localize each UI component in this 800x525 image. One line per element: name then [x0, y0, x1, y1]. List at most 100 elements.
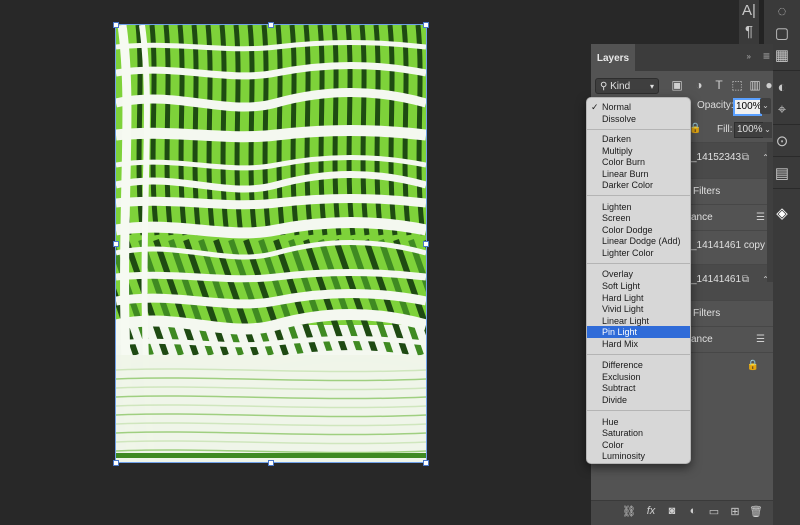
kind-filter-label: Kind — [610, 81, 631, 92]
blend-mode-lighter-color[interactable]: Lighter Color — [587, 247, 690, 259]
chevron-down-icon: ▾ — [649, 82, 654, 91]
filter-options-icon[interactable]: ☰ — [756, 205, 765, 231]
menu-item-label: Color Burn — [602, 157, 646, 167]
menu-divider — [587, 410, 690, 411]
document-canvas[interactable] — [113, 22, 429, 466]
blend-mode-dissolve[interactable]: Dissolve — [587, 113, 690, 125]
blend-mode-divide[interactable]: Divide — [587, 394, 690, 406]
link-layers-icon[interactable]: ⛓ — [621, 505, 637, 518]
search-icon: ⚲ — [600, 81, 608, 92]
blend-mode-soft-light[interactable]: Soft Light — [587, 280, 690, 292]
fx-icon[interactable]: fx — [643, 505, 659, 517]
blend-mode-difference[interactable]: Difference — [587, 359, 690, 371]
layer-name: Filters — [693, 308, 721, 319]
menu-item-label: Lighter Color — [602, 248, 654, 258]
layer-name: _14141461 copy — [691, 240, 765, 251]
menu-item-label: Hard Light — [602, 293, 644, 303]
paragraph-panel-icon[interactable]: ¶ — [739, 24, 759, 40]
menu-item-label: Multiply — [602, 146, 633, 156]
menu-item-label: Linear Light — [602, 316, 650, 326]
blend-mode-dropdown[interactable]: ✓ Normal Dissolve Darken Multiply Color … — [586, 97, 691, 464]
fill-label: Fill: — [717, 124, 733, 135]
layer-name: ance — [691, 334, 713, 345]
artwork-image — [116, 25, 426, 462]
layer-name: Filters — [693, 186, 721, 197]
kind-filter-select[interactable]: ⚲ Kind ▾ — [595, 78, 659, 94]
blend-mode-saturation[interactable]: Saturation — [587, 427, 690, 439]
blend-mode-darken[interactable]: Darken — [587, 133, 690, 145]
opacity-input[interactable]: 100% — [733, 98, 762, 116]
add-mask-icon[interactable]: ◙ — [664, 505, 680, 517]
filter-options-icon[interactable]: ☰ — [756, 327, 765, 353]
character-panel-icon[interactable]: A| — [739, 3, 759, 19]
libraries-icon[interactable]: ▢ — [764, 26, 800, 42]
menu-item-label: Vivid Light — [602, 304, 644, 314]
menu-item-label: Soft Light — [602, 281, 641, 291]
smart-object-icon: ⧉ — [741, 274, 749, 285]
transform-handle-bottom-right[interactable] — [423, 460, 429, 466]
filter-adjustment-icon[interactable]: ◑ — [691, 78, 707, 92]
lightbulb-icon[interactable]: ◌ — [764, 4, 800, 20]
transform-handle-bottom-left[interactable] — [113, 460, 119, 466]
fill-chevron-icon[interactable]: ⌄ — [763, 122, 772, 138]
menu-divider — [587, 129, 690, 130]
transform-handle-bottom[interactable] — [268, 460, 274, 466]
new-adjustment-icon[interactable]: ◐ — [685, 505, 701, 517]
filter-toggle-icon[interactable]: ● — [761, 78, 777, 92]
blend-mode-hard-mix[interactable]: Hard Mix — [587, 338, 690, 350]
menu-item-label: Overlay — [602, 269, 634, 279]
menu-item-label: Saturation — [602, 428, 644, 438]
filter-shape-icon[interactable]: ⬚ — [729, 78, 745, 92]
menu-item-label: Linear Dodge (Add) — [602, 236, 681, 246]
panel-header: Layers » ≡ — [591, 44, 773, 71]
fill-input[interactable]: 100% — [734, 122, 764, 138]
menu-item-label: Color Dodge — [602, 225, 653, 235]
transform-handle-right[interactable] — [423, 241, 429, 247]
blend-mode-darker-color[interactable]: Darker Color — [587, 179, 690, 191]
menu-item-label: Divide — [602, 395, 628, 405]
menu-item-label: Difference — [602, 360, 643, 370]
menu-item-label: Lighten — [602, 202, 632, 212]
blend-mode-overlay[interactable]: Overlay — [587, 268, 690, 280]
lock-icon: 🔒 — [746, 360, 759, 371]
blend-mode-subtract[interactable]: Subtract — [587, 382, 690, 394]
menu-item-label: Linear Burn — [602, 169, 649, 179]
menu-item-label: Pin Light — [602, 327, 638, 337]
filter-type-icon[interactable]: T — [711, 78, 727, 92]
transform-handle-top-right[interactable] — [423, 22, 429, 28]
transform-handle-top[interactable] — [268, 22, 274, 28]
menu-item-label: Hard Mix — [602, 339, 639, 349]
menu-divider — [587, 354, 690, 355]
menu-divider — [587, 263, 690, 264]
blend-mode-screen[interactable]: Screen — [587, 212, 690, 224]
menu-item-label: Hue — [602, 417, 619, 427]
smart-object-icon: ⧉ — [741, 152, 749, 163]
blend-mode-linear-dodge[interactable]: Linear Dodge (Add) — [587, 235, 690, 247]
menu-item-label: Subtract — [602, 383, 636, 393]
blend-mode-luminosity[interactable]: Luminosity — [587, 450, 690, 462]
menu-divider — [587, 195, 690, 196]
menu-item-label: Color — [602, 440, 624, 450]
layer-name: ance — [691, 212, 713, 223]
panel-menu-icon[interactable]: ≡ — [763, 49, 770, 63]
transform-handle-left[interactable] — [113, 241, 119, 247]
tab-layers[interactable]: Layers — [591, 44, 635, 71]
blend-mode-color-burn[interactable]: Color Burn — [587, 156, 690, 168]
filter-pixel-icon[interactable]: ▣ — [669, 78, 685, 92]
panel-scrollbar[interactable] — [767, 142, 773, 282]
layer-name: _14152343 — [691, 152, 742, 163]
opacity-chevron-icon[interactable]: ⌄ — [760, 98, 771, 114]
menu-item-label: Exclusion — [602, 372, 641, 382]
blend-mode-pin-light[interactable]: Pin Light — [587, 326, 690, 338]
collapse-icon[interactable]: » — [747, 52, 751, 61]
layer-name: _14141461 — [691, 274, 742, 285]
transform-handle-top-left[interactable] — [113, 22, 119, 28]
menu-item-label: Screen — [602, 213, 631, 223]
blend-mode-vivid-light[interactable]: Vivid Light — [587, 303, 690, 315]
layers-bottom-toolbar: ⛓ fx ◙ ◐ ▭ ⊞ 🗑 — [591, 500, 773, 525]
trash-icon[interactable]: 🗑 — [748, 505, 764, 518]
menu-item-label: Darken — [602, 134, 632, 144]
blend-mode-normal[interactable]: Normal — [587, 101, 690, 113]
new-layer-icon[interactable]: ⊞ — [727, 505, 743, 518]
new-group-icon[interactable]: ▭ — [706, 505, 722, 518]
